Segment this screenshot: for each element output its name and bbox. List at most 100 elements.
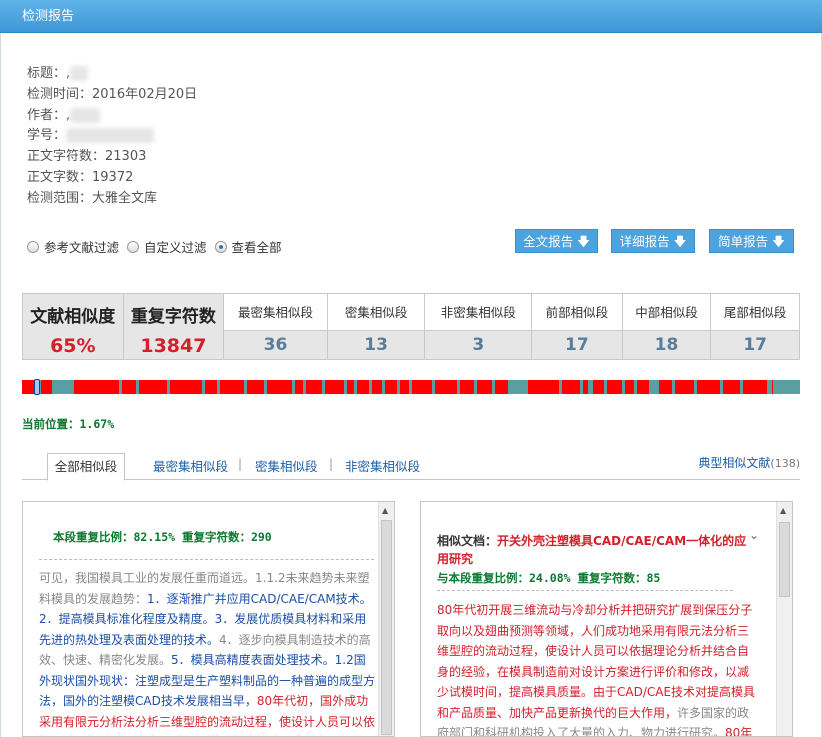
scroll-thumb[interactable] <box>381 520 392 735</box>
similar-segment-mark <box>607 380 622 394</box>
similar-segment-mark <box>723 380 740 394</box>
similar-segment-mark <box>385 380 397 394</box>
similar-segment-mark <box>325 380 344 394</box>
similar-segment-mark <box>435 380 457 394</box>
similar-segment-mark <box>139 380 167 394</box>
chevron-down-icon[interactable]: ⌄ <box>749 528 759 542</box>
similar-segment-mark <box>528 380 559 394</box>
repeat-chars-cell: 重复字符数 13847 <box>123 294 225 359</box>
segment-tabs: 全部相似段 最密集相似段 | 密集相似段 | 非密集相似段 典型相似文献(138… <box>22 450 800 481</box>
current-position: 当前位置：1.67% <box>22 417 115 431</box>
redacted-id <box>66 128 155 144</box>
radio-icon <box>27 240 39 253</box>
similar-segment-mark <box>460 380 474 394</box>
tab-separator: | <box>329 457 334 471</box>
tab-all-segments[interactable]: 全部相似段 <box>47 453 125 481</box>
stat-middle[interactable]: 中部相似段 18 <box>622 294 712 359</box>
position-marker[interactable] <box>34 379 40 395</box>
similar-segment-mark <box>205 380 217 394</box>
similar-segment-mark <box>772 380 773 394</box>
typical-docs-count: (138) <box>770 457 800 470</box>
similar-segment-mark <box>347 380 354 394</box>
stat-densest[interactable]: 最密集相似段 36 <box>224 294 328 359</box>
stat-sparse[interactable]: 非密集相似段 3 <box>425 294 533 359</box>
similarity-stats-table: 文献相似度 65% 重复字符数 13847 最密集相似段 36 密集相似段 13 非… <box>22 293 800 360</box>
similar-segment-mark <box>122 380 136 394</box>
redacted-author <box>70 107 101 123</box>
repeat-chars-value: 13847 <box>140 335 207 357</box>
similar-segment-mark <box>372 380 382 394</box>
similar-segment-mark <box>625 380 634 394</box>
stat-front[interactable]: 前部相似段 17 <box>532 294 623 359</box>
similar-segment-mark <box>247 380 264 394</box>
similar-segment-mark <box>267 380 292 394</box>
radio-selected-icon <box>214 240 227 253</box>
redacted-title <box>70 66 89 81</box>
meta-chars: 正文字符数：21303 <box>27 149 147 165</box>
document-meta: 标题：, 检测时间：2016年02月20日 作者：, 学号： 正文字符数：213… <box>27 64 197 210</box>
divider <box>39 559 374 560</box>
similar-segment-mark <box>477 380 492 394</box>
similar-segment-mark <box>495 380 508 394</box>
similar-segment-mark <box>220 380 244 394</box>
meta-time: 检测时间：2016年02月20日 <box>27 86 198 102</box>
similar-segment-mark <box>637 380 649 394</box>
right-similar-doc-panel: 相似文档：开关外壳注塑模具CAD/CAE/CAM一体化的应用研究 ⌄ 与本段重复… <box>420 501 793 737</box>
similar-segment-mark <box>74 380 119 394</box>
similar-segment-mark <box>562 380 580 394</box>
full-report-button[interactable]: 全文报告 🡇 <box>515 229 598 253</box>
meta-author: 作者：, <box>27 106 197 127</box>
typical-docs-link[interactable]: 典型相似文献(138) <box>698 454 800 471</box>
tab-dense-segments[interactable]: 密集相似段 <box>255 456 318 475</box>
similar-segment-mark <box>593 380 604 394</box>
left-segment-panel: 本段重复比例：82.15% 重复字符数：290 可见，我国模具工业的发展任重而道… <box>22 501 395 737</box>
meta-title: 标题：, <box>27 64 197 85</box>
filter-references-radio[interactable]: 参考文献过滤 <box>27 237 119 256</box>
stat-tail[interactable]: 尾部相似段 17 <box>711 294 799 359</box>
divider <box>437 590 733 591</box>
simple-report-button[interactable]: 简单报告 🡇 <box>709 229 794 253</box>
arrow-down-icon: 🡇 <box>772 234 785 249</box>
similarity-cell: 文献相似度 65% <box>23 294 124 359</box>
similar-segment-mark <box>306 380 322 394</box>
arrow-down-icon: 🡇 <box>673 234 687 249</box>
meta-scope: 检测范围：大雅全文库 <box>27 190 158 206</box>
similar-doc-title: 相似文档：开关外壳注塑模具CAD/CAE/CAM一体化的应用研究 <box>437 534 747 566</box>
tab-densest-segments[interactable]: 最密集相似段 <box>153 456 228 475</box>
similar-doc-text: 80年代初开展三维流动与冷却分析并把研究扩展到保压分子取向以及翅曲预测等领域，人… <box>437 603 756 737</box>
page-title: 检测报告 <box>22 9 75 24</box>
radio-icon <box>127 240 140 253</box>
tab-separator: | <box>238 457 243 471</box>
similar-segment-mark <box>412 380 432 394</box>
meta-id: 学号： <box>27 126 197 147</box>
stat-dense[interactable]: 密集相似段 13 <box>327 294 426 359</box>
tab-sparse-segments[interactable]: 非密集相似段 <box>345 456 420 475</box>
scroll-thumb[interactable] <box>779 522 790 597</box>
segment-text: 可见，我国模具工业的发展任重而道远。1.1.2未来趋势未来塑料模具的发展趋势：1… <box>39 571 376 736</box>
meta-words: 正文字数：19372 <box>27 169 134 185</box>
scroll-up-icon[interactable]: ▲ <box>780 506 786 515</box>
filter-custom-radio[interactable]: 自定义过滤 <box>127 237 207 256</box>
similarity-distribution-bar[interactable] <box>22 379 800 395</box>
filter-options: 参考文献过滤 自定义过滤 查看全部 <box>27 237 290 256</box>
similar-segment-mark <box>170 380 202 394</box>
similar-segment-mark <box>659 380 672 394</box>
similar-segment-mark <box>400 380 409 394</box>
scrollbar[interactable]: ▲ <box>378 502 394 736</box>
scrollbar[interactable]: ▲ <box>776 502 792 736</box>
similar-segment-mark <box>697 380 720 394</box>
detail-report-button[interactable]: 详细报告 🡇 <box>611 229 695 253</box>
similarity-value: 65% <box>50 335 96 357</box>
arrow-down-icon: 🡇 <box>577 234 590 249</box>
similar-segment-mark <box>357 380 369 394</box>
similar-segment-mark <box>743 380 767 394</box>
doc-repeat-summary: 与本段重复比例：24.08% 重复字符数：85 <box>437 571 661 585</box>
report-title-bar: 检测报告 <box>0 0 822 33</box>
similar-segment-mark <box>41 380 52 394</box>
similar-segment-mark <box>295 380 303 394</box>
similar-segment-mark <box>675 380 694 394</box>
similar-segment-mark <box>583 380 588 394</box>
filter-all-radio[interactable]: 查看全部 <box>214 237 282 256</box>
similar-segment-mark <box>22 380 34 394</box>
scroll-up-icon[interactable]: ▲ <box>382 506 388 515</box>
